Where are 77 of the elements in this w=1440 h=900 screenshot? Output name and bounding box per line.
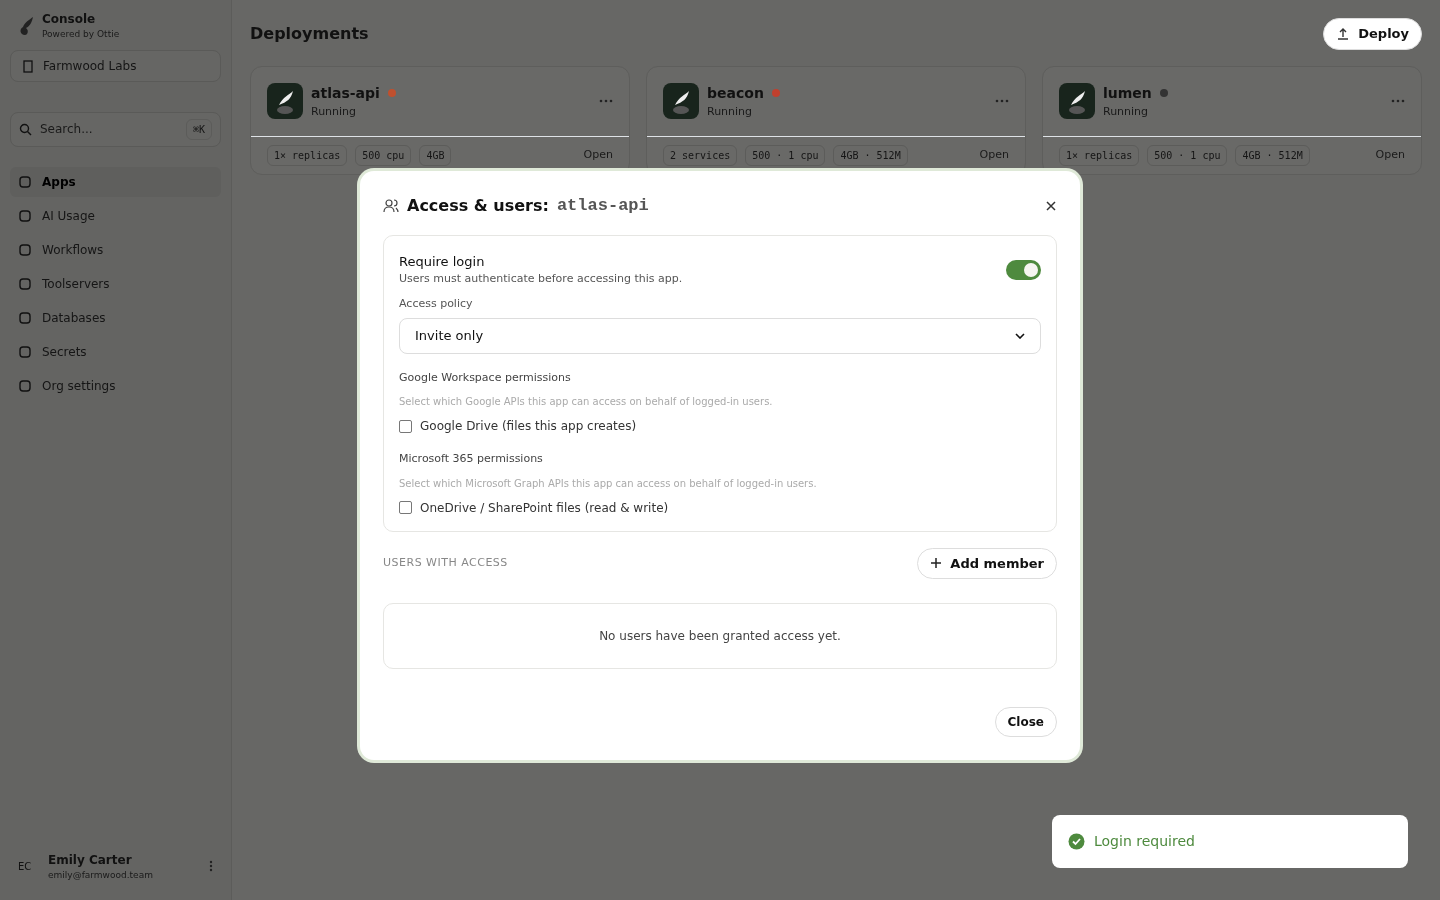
deploy-button[interactable]: Deploy [1323, 18, 1422, 50]
setting-label: Require login [399, 252, 486, 271]
status-text: Running [1103, 103, 1150, 120]
metric-tag: 500 · 1 cpu [1147, 145, 1228, 166]
policy-select[interactable]: Invite only [399, 318, 1041, 354]
org-switcher[interactable]: Farmwood Labs [10, 49, 221, 82]
nav-icon [18, 276, 32, 291]
empty-message: No users have been granted access yet. [599, 629, 841, 643]
plus-icon [930, 557, 943, 570]
nav-icon [18, 378, 32, 393]
section-label: Google Workspace permissions [399, 369, 572, 386]
section-description: Select which Google APIs this app can access on behalf of logged-in users. [399, 395, 774, 409]
nav-icon [18, 310, 32, 325]
nav-icon [18, 208, 32, 223]
section-label: Microsoft 365 permissions [399, 451, 544, 467]
metric-tag: 4GB [419, 145, 452, 166]
setting-description: Users must authenticate before accessing this app. [399, 271, 683, 287]
metric-tag: 4GB · 512M [833, 145, 908, 166]
user-avatar: EC [18, 859, 33, 874]
toggle-switch[interactable] [1006, 259, 1041, 280]
app-logo-icon [663, 83, 699, 120]
brand-name: Console [42, 11, 97, 28]
nav-item[interactable]: Databases [10, 302, 221, 333]
nav-item[interactable]: Apps [10, 166, 221, 197]
shortcut-hint: ⌘K [185, 118, 212, 140]
metric-tag: 1× replicas [1059, 145, 1140, 166]
close-icon[interactable] [1045, 199, 1057, 212]
dialog-title: Access & users: [407, 194, 549, 217]
building-icon [21, 58, 35, 73]
more-icon [599, 99, 613, 104]
checkbox[interactable] [399, 419, 412, 433]
more-icon [1391, 99, 1405, 104]
open-link[interactable]: Open [583, 147, 613, 164]
app-name: beacon [707, 83, 764, 103]
chevron-down-icon [1015, 332, 1025, 339]
nav-item[interactable]: Secrets [10, 336, 221, 367]
metric-tag: 500 · 1 cpu [745, 145, 826, 166]
field-label: Access policy [399, 295, 474, 312]
brand-subtitle: Powered by Ottie [42, 28, 120, 41]
toast-message: Login required [1094, 832, 1195, 851]
metric-tag: 4GB · 512M [1235, 145, 1310, 166]
open-link[interactable]: Open [979, 147, 1009, 164]
app-name: atlas-api [311, 83, 380, 103]
users-icon [383, 197, 399, 214]
status-text: Running [707, 103, 754, 120]
page-title: Deployments [250, 22, 369, 45]
app-name: lumen [1103, 83, 1152, 103]
app-logo-icon [267, 83, 303, 120]
metric-tag: 1× replicas [267, 145, 348, 166]
nav-item[interactable]: Org settings [10, 370, 221, 401]
status-text: Running [311, 103, 358, 120]
close-button[interactable]: Close [994, 706, 1057, 737]
nav-icon [18, 242, 32, 257]
app-logo-icon [1059, 83, 1095, 120]
search-field[interactable]: Search... ⌘K [10, 111, 221, 147]
metric-tag: 2 services [663, 145, 738, 166]
checkbox-label: OneDrive / SharePoint files (read & write) [420, 499, 669, 517]
nav-item[interactable]: Workflows [10, 234, 221, 265]
user-name: Emily Carter [48, 851, 133, 869]
nav-item[interactable]: Toolservers [10, 268, 221, 299]
add-member-button[interactable]: Add member [917, 547, 1057, 579]
search-icon [19, 122, 32, 136]
nav-icon [18, 174, 32, 189]
check-circle-icon [1068, 833, 1085, 850]
metric-tag: 500 cpu [355, 145, 412, 166]
section-heading: USERS WITH ACCESS [383, 555, 508, 571]
nav-item[interactable]: AI Usage [10, 200, 221, 231]
user-email: emily@farmwood.team [48, 868, 154, 882]
kebab-icon [209, 860, 213, 873]
nav-icon [18, 344, 32, 359]
open-link[interactable]: Open [1375, 147, 1405, 164]
checkbox[interactable] [399, 501, 412, 514]
more-icon [995, 99, 1009, 104]
checkbox-label: Google Drive (files this app creates) [420, 418, 637, 435]
app-name-code: atlas-api [556, 195, 650, 217]
upload-icon [1336, 26, 1351, 41]
section-description: Select which Microsoft Graph APIs this app can access on behalf of logged-in users. [399, 476, 818, 491]
